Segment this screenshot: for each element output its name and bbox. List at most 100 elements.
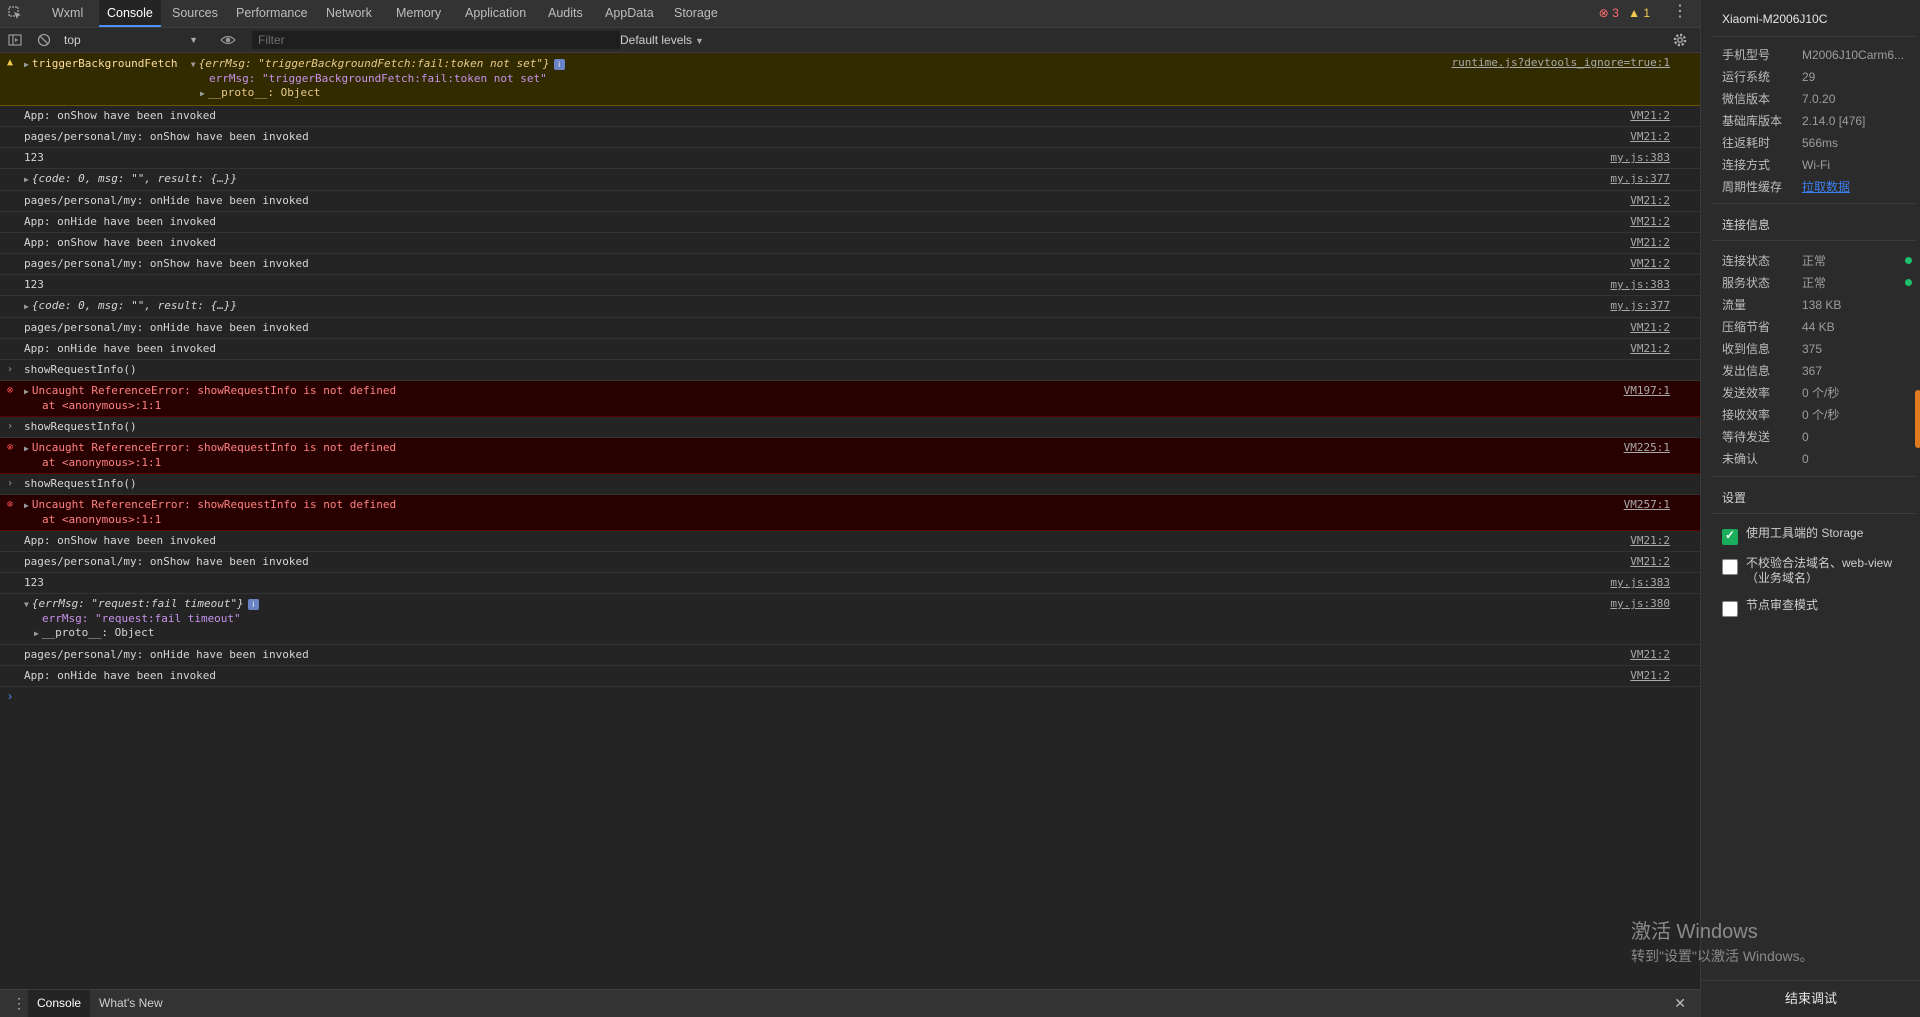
tab-wxml[interactable]: Wxml <box>44 0 91 27</box>
tab-memory[interactable]: Memory <box>388 0 449 27</box>
warning-object-preview[interactable]: {errMsg: "triggerBackgroundFetch:fail:to… <box>199 57 550 70</box>
info-key: 连接方式 <box>1722 158 1771 172</box>
console-error-row[interactable]: ⊗ ▶ Uncaught ReferenceError: showRequestI… <box>0 381 1700 417</box>
console-log-row: 123 my.js:383 <box>0 573 1700 594</box>
expand-triangle-icon[interactable]: ▶ <box>24 173 29 187</box>
object-preview[interactable]: {code: 0, msg: "", result: {…}} <box>32 172 237 185</box>
skip-domain-check-label[interactable]: 不校验合法域名、web-view（业务域名） <box>1746 556 1896 586</box>
drawer-tab-whats-new[interactable]: What's New <box>90 990 172 1017</box>
panel-scrollbar-thumb[interactable] <box>1915 390 1920 448</box>
tab-appdata[interactable]: AppData <box>597 0 662 27</box>
fetch-data-link[interactable]: 拉取数据 <box>1802 179 1907 195</box>
watermark-line1: 激活 Windows <box>1631 921 1758 943</box>
source-link[interactable]: VM21:2 <box>1630 555 1670 569</box>
divider <box>1711 36 1916 37</box>
eye-icon[interactable] <box>220 33 236 47</box>
source-link[interactable]: my.js:383 <box>1610 151 1670 165</box>
console-log-row: App: onShow have been invoked VM21:2 <box>0 106 1700 127</box>
log-text: pages/personal/my: onHide have been invo… <box>24 648 309 661</box>
conn-row: 发送效率 0 个/秒 <box>1722 385 1912 401</box>
console-prompt[interactable]: › <box>0 687 1700 705</box>
warning-count[interactable]: ▲ 1 <box>1628 6 1650 20</box>
console-error-row[interactable]: ⊗ ▶ Uncaught ReferenceError: showRequestI… <box>0 438 1700 474</box>
console-toolbar: top ▼ Default levels▼ <box>0 28 1700 53</box>
source-link[interactable]: VM197:1 <box>1624 384 1670 398</box>
source-link[interactable]: VM21:2 <box>1630 648 1670 662</box>
expand-triangle-icon[interactable]: ▶ <box>200 87 205 101</box>
drawer-tab-console[interactable]: Console <box>28 990 91 1017</box>
conn-value: 375 <box>1802 342 1823 356</box>
conn-row: 等待发送 0 <box>1722 429 1912 445</box>
tab-application[interactable]: Application <box>457 0 534 27</box>
source-link[interactable]: VM21:2 <box>1630 215 1670 229</box>
sidebar-toggle-icon[interactable] <box>8 33 22 47</box>
end-debug-button[interactable]: 结束调试 <box>1701 980 1920 1017</box>
use-tool-storage-label[interactable]: 使用工具端的 Storage <box>1746 526 1896 541</box>
context-selector[interactable]: top ▼ <box>64 31 202 49</box>
console-warning-row[interactable]: ▲ ▶ triggerBackgroundFetch ▼ {errMsg: "tri… <box>0 53 1700 106</box>
console-log-row: pages/personal/my: onHide have been invo… <box>0 645 1700 666</box>
source-link[interactable]: VM21:2 <box>1630 236 1670 250</box>
source-link[interactable]: VM21:2 <box>1630 109 1670 123</box>
error-count[interactable]: ⊗ 3 <box>1599 6 1619 20</box>
log-levels-dropdown[interactable]: Default levels ▼ <box>620 31 704 49</box>
collapse-triangle-icon[interactable]: ▼ <box>24 598 29 612</box>
clear-console-icon[interactable] <box>37 33 51 47</box>
tab-storage[interactable]: Storage <box>666 0 726 27</box>
source-link[interactable]: my.js:377 <box>1610 172 1670 186</box>
info-key: 微信版本 <box>1722 92 1771 106</box>
console-object-expanded-row[interactable]: ▼ {errMsg: "request:fail timeout"} i errMs… <box>0 594 1700 645</box>
log-text: pages/personal/my: onHide have been invo… <box>24 194 309 207</box>
skip-domain-check-checkbox[interactable] <box>1722 559 1738 575</box>
source-link[interactable]: VM21:2 <box>1630 342 1670 356</box>
console-error-row[interactable]: ⊗ ▶ Uncaught ReferenceError: showRequestI… <box>0 495 1700 531</box>
error-text: Uncaught ReferenceError: showRequestInfo… <box>31 384 397 397</box>
more-options-icon[interactable]: ⋮ <box>1672 4 1688 20</box>
expand-triangle-icon[interactable]: ▶ <box>24 385 29 399</box>
source-link[interactable]: VM21:2 <box>1630 130 1670 144</box>
source-link[interactable]: my.js:383 <box>1610 278 1670 292</box>
proto-property[interactable]: __proto__: Object <box>208 86 321 99</box>
tab-sources[interactable]: Sources <box>164 0 226 27</box>
close-icon[interactable]: ✕ <box>1674 995 1686 1012</box>
tab-network[interactable]: Network <box>318 0 380 27</box>
source-link[interactable]: VM257:1 <box>1624 498 1670 512</box>
source-link[interactable]: my.js:377 <box>1610 299 1670 313</box>
expand-triangle-icon[interactable]: ▶ <box>34 627 39 641</box>
source-link[interactable]: VM21:2 <box>1630 669 1670 683</box>
tab-audits[interactable]: Audits <box>540 0 591 27</box>
tab-console[interactable]: Console <box>99 0 161 27</box>
expand-triangle-icon[interactable]: ▶ <box>24 442 29 456</box>
gear-icon[interactable] <box>1672 32 1688 48</box>
message-counts[interactable]: ⊗ 3 ▲ 1 <box>1599 0 1650 27</box>
source-link[interactable]: VM21:2 <box>1630 534 1670 548</box>
conn-row: 收到信息 375 <box>1722 341 1912 357</box>
inspect-element-icon[interactable] <box>8 6 22 20</box>
drawer-menu-icon[interactable]: ⋮ <box>12 995 26 1012</box>
prompt-chevron-icon: › <box>7 478 14 489</box>
console-object-row[interactable]: ▶ {code: 0, msg: "", result: {…}} my.js:37… <box>0 169 1700 191</box>
filter-input[interactable] <box>252 31 620 49</box>
source-link[interactable]: runtime.js?devtools_ignore=true:1 <box>1451 56 1670 70</box>
node-inspect-mode-checkbox[interactable] <box>1722 601 1738 617</box>
input-echo-text: showRequestInfo() <box>24 420 137 433</box>
console-object-row[interactable]: ▶ {code: 0, msg: "", result: {…}} my.js:37… <box>0 296 1700 318</box>
object-preview[interactable]: {errMsg: "request:fail timeout"} <box>32 597 244 610</box>
proto-property[interactable]: __proto__: Object <box>42 626 155 639</box>
object-preview[interactable]: {code: 0, msg: "", result: {…}} <box>32 299 237 312</box>
source-link[interactable]: my.js:380 <box>1610 597 1670 611</box>
expand-triangle-icon[interactable]: ▶ <box>24 300 29 314</box>
node-inspect-mode-label[interactable]: 节点审查模式 <box>1746 598 1896 613</box>
expand-triangle-icon[interactable]: ▶ <box>24 58 29 72</box>
expand-triangle-icon[interactable]: ▶ <box>24 499 29 513</box>
tab-performance[interactable]: Performance <box>228 0 316 27</box>
source-link[interactable]: my.js:383 <box>1610 576 1670 590</box>
source-link[interactable]: VM225:1 <box>1624 441 1670 455</box>
source-link[interactable]: VM21:2 <box>1630 257 1670 271</box>
source-link[interactable]: VM21:2 <box>1630 321 1670 335</box>
devtools-tab-bar: Wxml Console Sources Performance Network… <box>0 0 1700 28</box>
collapse-triangle-icon[interactable]: ▼ <box>191 58 196 72</box>
source-link[interactable]: VM21:2 <box>1630 194 1670 208</box>
error-text: Uncaught ReferenceError: showRequestInfo… <box>31 498 397 511</box>
use-tool-storage-checkbox[interactable] <box>1722 528 1738 545</box>
